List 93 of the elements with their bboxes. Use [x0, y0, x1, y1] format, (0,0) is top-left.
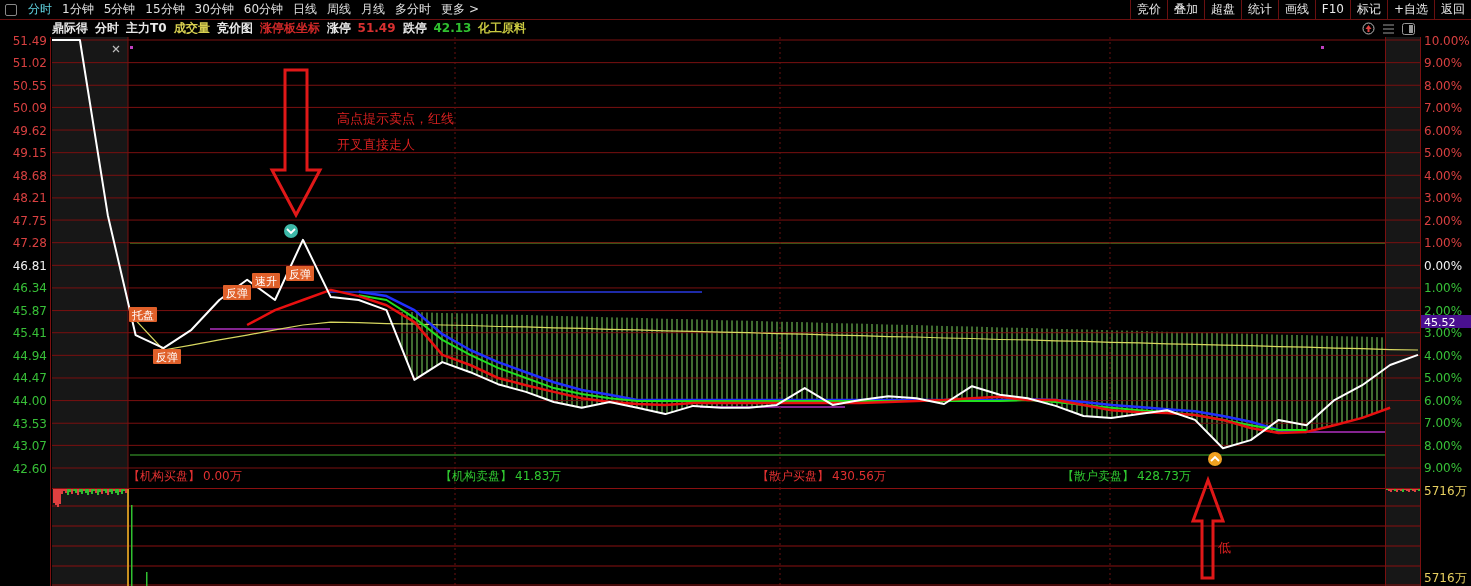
signal-tag: 速升 [252, 273, 280, 288]
toolbar-button[interactable]: 统计 [1240, 0, 1278, 19]
tab[interactable]: 60分钟 [238, 0, 289, 19]
up-chevron-icon [1208, 452, 1222, 466]
after-hours-volume-drawing [1386, 489, 1420, 492]
tab[interactable]: 日线 [288, 0, 323, 19]
percent-axis-label: 1.00% [1424, 281, 1463, 295]
info-label: 主力T0 [126, 20, 167, 37]
toolbar-button[interactable]: 超盘 [1203, 0, 1241, 19]
panel-icon[interactable] [5, 4, 17, 16]
tab[interactable]: 更多 > [436, 0, 484, 19]
toolbar-button[interactable]: +自选 [1386, 0, 1434, 19]
price-axis-label: 44.00 [12, 394, 47, 409]
volume-axis-label: 5716万 [1424, 571, 1467, 585]
price-axis-label: 46.81 [12, 258, 47, 273]
percent-axis-label: 0.00% [1424, 258, 1463, 273]
percent-axis-label: 2.00% [1424, 303, 1463, 318]
price-axis-label: 50.55 [12, 78, 47, 93]
annotation-note: 低 [1218, 540, 1231, 555]
percent-axis-label: 4.00% [1424, 168, 1463, 183]
flow-stat: 【散户买盘】 430.56万 [757, 469, 886, 483]
toolbar-button[interactable]: 标记 [1349, 0, 1387, 19]
price-axis-label: 42.60 [12, 461, 47, 476]
tab[interactable]: 30分钟 [189, 0, 239, 19]
price-axis-label: 44.94 [12, 348, 47, 363]
percent-axis-label: 4.00% [1424, 348, 1463, 363]
close-icon [112, 45, 120, 53]
price-axis-label: 45.87 [12, 304, 47, 319]
percent-axis-label: 9.00% [1424, 56, 1463, 70]
signal-tag: 托盘 [129, 307, 157, 322]
annotation-note: 开叉直接走人 [337, 137, 415, 152]
price-axis-label: 51.49 [12, 33, 47, 48]
price-axis-label: 49.62 [12, 123, 47, 138]
price-axis-label: 47.28 [12, 236, 47, 251]
toolbar-button[interactable]: 返回 [1434, 0, 1471, 19]
price-axis-label: 48.21 [12, 191, 47, 206]
price-axis-label: 47.75 [12, 213, 47, 228]
up-arrow-icon[interactable] [1362, 22, 1375, 35]
tab[interactable]: 5分钟 [98, 0, 141, 19]
info-label: 涨停板坐标 [259, 20, 320, 37]
price-axis-label: 46.34 [12, 281, 47, 296]
percent-axis-label: 8.00% [1424, 438, 1463, 453]
signal-tag: 反弹 [153, 349, 181, 364]
volume-axis-label: 5716万 [1424, 484, 1467, 498]
price-axis-label: 48.68 [12, 168, 47, 183]
price-axis-label: 44.47 [12, 371, 47, 386]
toolbar-button[interactable]: 画线 [1277, 0, 1315, 19]
down-chevron-icon [284, 224, 298, 238]
percent-axis-label: 7.00% [1424, 101, 1463, 115]
tab[interactable]: 周线 [322, 0, 357, 19]
percent-axis-label: 7.00% [1424, 416, 1463, 430]
info-label: 分时 [95, 20, 119, 37]
price-axis-label: 43.53 [12, 416, 47, 431]
annotation-note: 高点提示卖点，红线 [337, 111, 454, 126]
percent-axis-label: 6.00% [1424, 123, 1463, 138]
info-label: 跌停 [402, 20, 427, 37]
percent-axis-label: 3.00% [1424, 191, 1463, 205]
price-axis-label: 51.02 [12, 56, 47, 71]
info-label: 成交量 [173, 20, 210, 37]
price-axis-label: 50.09 [12, 100, 47, 115]
toolbar-button[interactable]: 叠加 [1166, 0, 1204, 19]
flow-stat: 【机构买盘】 0.00万 [128, 469, 242, 483]
price-axis-label: 45.41 [12, 326, 47, 341]
signal-tag: 反弹 [223, 285, 251, 300]
percent-axis-label: 5.00% [1424, 371, 1463, 385]
price-axis-label: 43.07 [12, 438, 47, 453]
percent-axis-label: 9.00% [1424, 461, 1463, 475]
signal-tag: 反弹 [286, 266, 314, 281]
tab[interactable]: 1分钟 [57, 0, 99, 19]
percent-axis-label: 3.00% [1424, 326, 1463, 340]
info-label: 涨停 [326, 20, 351, 37]
toolbar-button[interactable]: 竞价 [1129, 0, 1167, 19]
flow-stat: 【散户卖盘】 428.73万 [1062, 469, 1191, 483]
tab[interactable]: 月线 [356, 0, 391, 19]
percent-axis-label: 5.00% [1424, 146, 1463, 160]
info-label: 42.13 [433, 20, 472, 37]
info-label: 竞价图 [216, 20, 253, 37]
percent-axis-label: 8.00% [1424, 78, 1463, 93]
tab[interactable]: 分时 [23, 0, 57, 19]
info-label: 化工原料 [478, 20, 527, 37]
percent-axis-label: 10.00% [1424, 33, 1470, 48]
flow-stat: 【机构卖盘】 41.83万 [440, 469, 562, 483]
toolbar-button[interactable]: F10 [1314, 0, 1350, 19]
tab[interactable]: 15分钟 [140, 0, 190, 19]
info-label: 51.49 [357, 20, 396, 37]
info-label: 鼎际得 [52, 20, 88, 37]
percent-axis-label: 1.00% [1424, 236, 1463, 250]
percent-axis-label: 2.00% [1424, 213, 1463, 228]
panel-icon[interactable] [1402, 22, 1415, 35]
current-price-tag: 45.52 [1421, 315, 1471, 329]
tab[interactable]: 多分时 [390, 0, 437, 19]
percent-axis-label: 6.00% [1424, 393, 1463, 408]
price-axis-label: 49.15 [12, 146, 47, 161]
